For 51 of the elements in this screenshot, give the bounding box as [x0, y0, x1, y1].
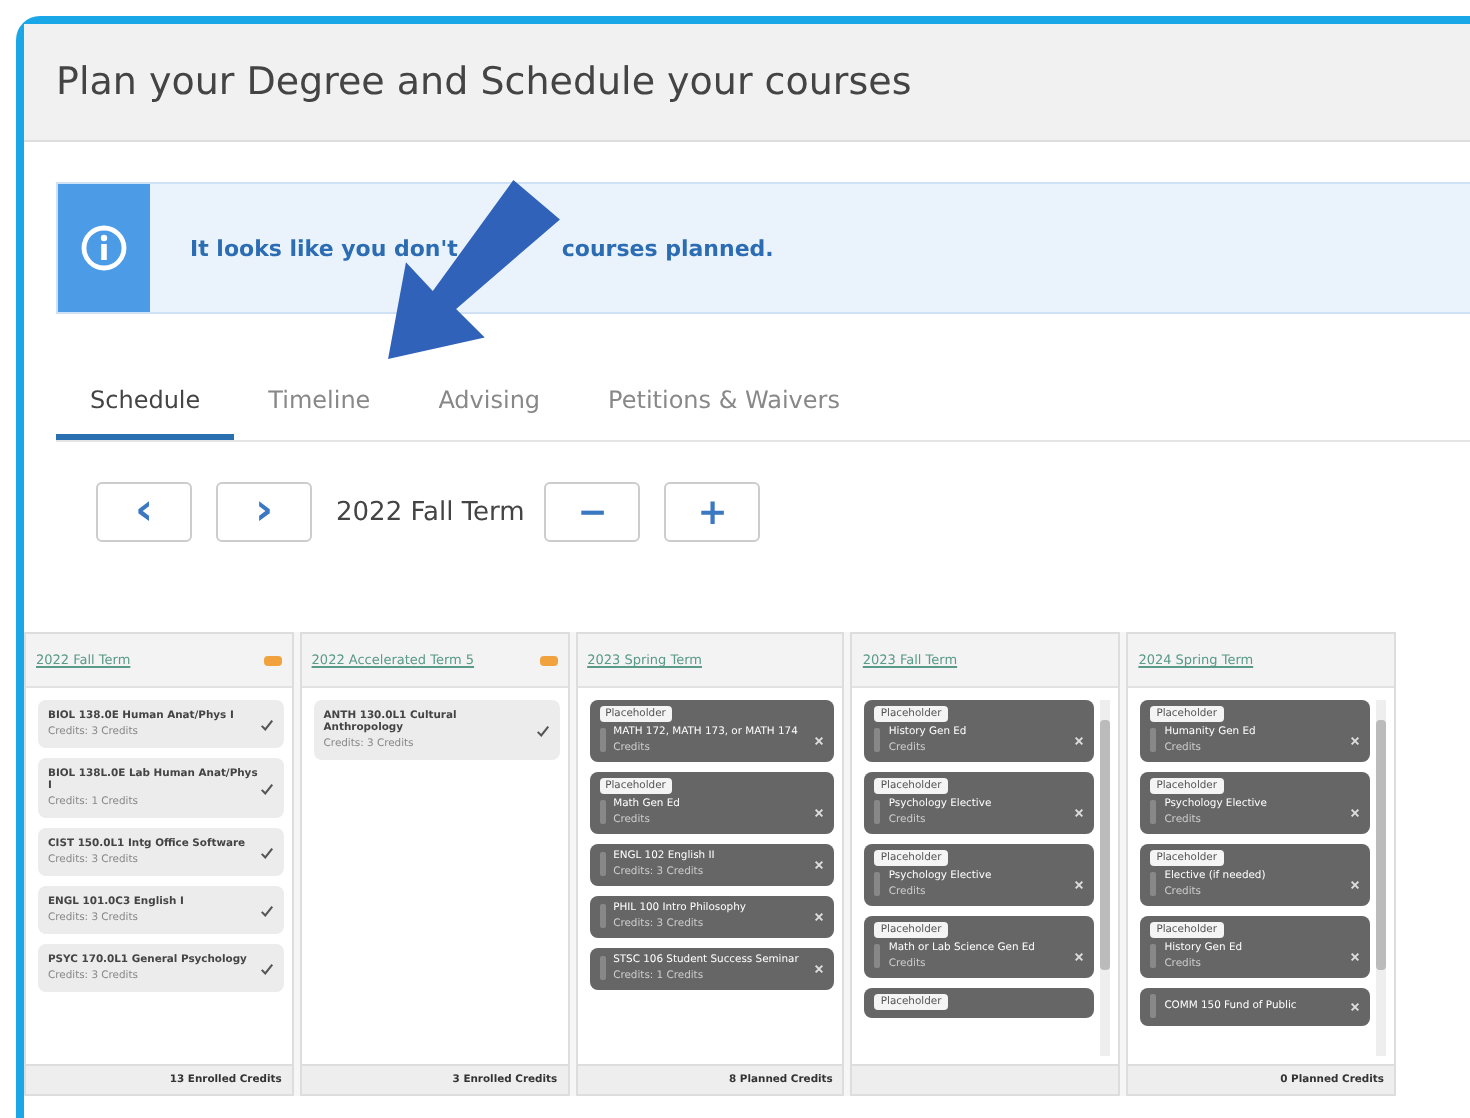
- drag-handle-icon[interactable]: [1150, 944, 1157, 968]
- collapse-button[interactable]: −: [544, 482, 641, 542]
- drag-handle-icon[interactable]: [874, 944, 881, 968]
- expand-button[interactable]: +: [664, 482, 761, 542]
- info-icon: [80, 224, 128, 272]
- term-label: 2022 Fall Term: [336, 497, 525, 527]
- drag-handle-icon[interactable]: [1150, 800, 1157, 824]
- tab[interactable]: Petitions & Waivers: [574, 386, 874, 440]
- drag-handle-icon[interactable]: [1150, 872, 1157, 896]
- remove-icon[interactable]: [814, 735, 825, 745]
- drag-handle-icon[interactable]: [874, 872, 881, 896]
- remove-icon[interactable]: [1074, 951, 1085, 961]
- remove-icon[interactable]: [814, 963, 825, 973]
- remove-icon[interactable]: [1349, 1001, 1360, 1011]
- remove-icon[interactable]: [814, 807, 825, 817]
- drag-handle-icon[interactable]: [599, 852, 606, 876]
- drag-handle-icon[interactable]: [599, 904, 606, 928]
- remove-icon[interactable]: [1349, 879, 1360, 889]
- drag-handle-icon[interactable]: [599, 800, 606, 824]
- check-icon: [259, 903, 274, 917]
- tab[interactable]: Advising: [404, 386, 575, 440]
- remove-icon[interactable]: [1349, 807, 1360, 817]
- remove-icon[interactable]: [1074, 807, 1085, 817]
- drag-handle-icon[interactable]: [874, 728, 881, 752]
- scrollbar[interactable]: [1100, 700, 1111, 1056]
- previous-button[interactable]: ‹: [96, 482, 192, 542]
- drag-handle-icon[interactable]: [599, 728, 606, 752]
- remove-icon[interactable]: [1074, 879, 1085, 889]
- drag-handle-icon[interactable]: [599, 956, 606, 980]
- next-button[interactable]: ›: [216, 482, 312, 542]
- drag-handle-icon[interactable]: [874, 800, 881, 824]
- status-badge-icon: [539, 655, 558, 665]
- page-title: Plan your Degree and Schedule your courses: [56, 60, 912, 104]
- remove-icon[interactable]: [1349, 735, 1360, 745]
- tab[interactable]: Schedule: [56, 386, 235, 440]
- status-badge-icon: [263, 655, 282, 665]
- remove-icon[interactable]: [1349, 951, 1360, 961]
- check-icon: [259, 961, 274, 975]
- check-icon: [259, 781, 274, 795]
- banner-message: courses planned.: [561, 235, 774, 261]
- check-icon: [259, 717, 274, 731]
- remove-icon[interactable]: [814, 911, 825, 921]
- scrollbar[interactable]: [1375, 700, 1386, 1056]
- check-icon: [259, 845, 274, 859]
- tab[interactable]: Timeline: [234, 386, 405, 440]
- remove-icon[interactable]: [1074, 735, 1085, 745]
- drag-handle-icon[interactable]: [1150, 728, 1157, 752]
- remove-icon[interactable]: [814, 859, 825, 869]
- check-icon: [535, 723, 550, 737]
- banner-message: It looks like you don't: [190, 235, 458, 261]
- drag-handle-icon[interactable]: [1150, 994, 1157, 1018]
